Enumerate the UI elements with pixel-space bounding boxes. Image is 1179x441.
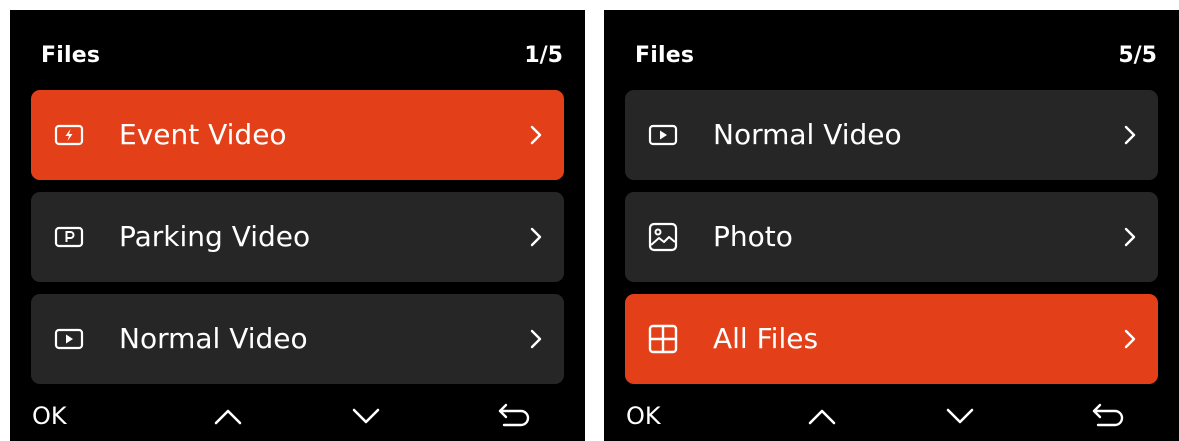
normal-video-icon: [647, 119, 679, 151]
menu-item-label: Normal Video: [713, 118, 902, 151]
menu-item-normal-video[interactable]: Normal Video: [31, 294, 564, 384]
page-indicator: 5/5: [1118, 43, 1157, 68]
ok-button[interactable]: OK: [626, 401, 661, 435]
page-title: Files: [635, 43, 695, 68]
event-video-icon: [53, 119, 85, 151]
chevron-up-icon[interactable]: [210, 399, 246, 433]
chevron-right-icon: [528, 225, 544, 249]
ok-button[interactable]: OK: [32, 401, 67, 435]
menu-item-all-files[interactable]: All Files: [625, 294, 1158, 384]
all-files-grid-icon: [647, 323, 679, 355]
menu-item-label: Event Video: [119, 118, 287, 151]
back-arrow-icon[interactable]: [1088, 399, 1128, 433]
menu-item-parking-video[interactable]: Parking Video: [31, 192, 564, 282]
page-title: Files: [41, 43, 101, 68]
menu-item-photo[interactable]: Photo: [625, 192, 1158, 282]
chevron-right-icon: [1122, 225, 1138, 249]
header: Files 1/5: [10, 10, 585, 90]
files-screen-page-5: Files 5/5 Normal Video Photo All Files O…: [604, 10, 1179, 441]
back-arrow-icon[interactable]: [494, 399, 534, 433]
menu-item-label: Normal Video: [119, 322, 308, 355]
menu-item-label: Photo: [713, 220, 793, 253]
footer-controls: OK: [10, 391, 585, 441]
chevron-right-icon: [1122, 123, 1138, 147]
files-screen-page-1: Files 1/5 Event Video Parking Video Norm…: [10, 10, 585, 441]
page-indicator: 1/5: [524, 43, 563, 68]
menu-item-label: All Files: [713, 322, 819, 355]
chevron-down-icon[interactable]: [942, 399, 978, 433]
menu-item-normal-video[interactable]: Normal Video: [625, 90, 1158, 180]
chevron-down-icon[interactable]: [348, 399, 384, 433]
photo-icon: [647, 221, 679, 253]
footer-controls: OK: [604, 391, 1179, 441]
chevron-right-icon: [1122, 327, 1138, 351]
menu-item-label: Parking Video: [119, 220, 311, 253]
normal-video-icon: [53, 323, 85, 355]
chevron-right-icon: [528, 327, 544, 351]
parking-video-icon: [53, 221, 85, 253]
chevron-up-icon[interactable]: [804, 399, 840, 433]
chevron-right-icon: [528, 123, 544, 147]
menu-item-event-video[interactable]: Event Video: [31, 90, 564, 180]
header: Files 5/5: [604, 10, 1179, 90]
